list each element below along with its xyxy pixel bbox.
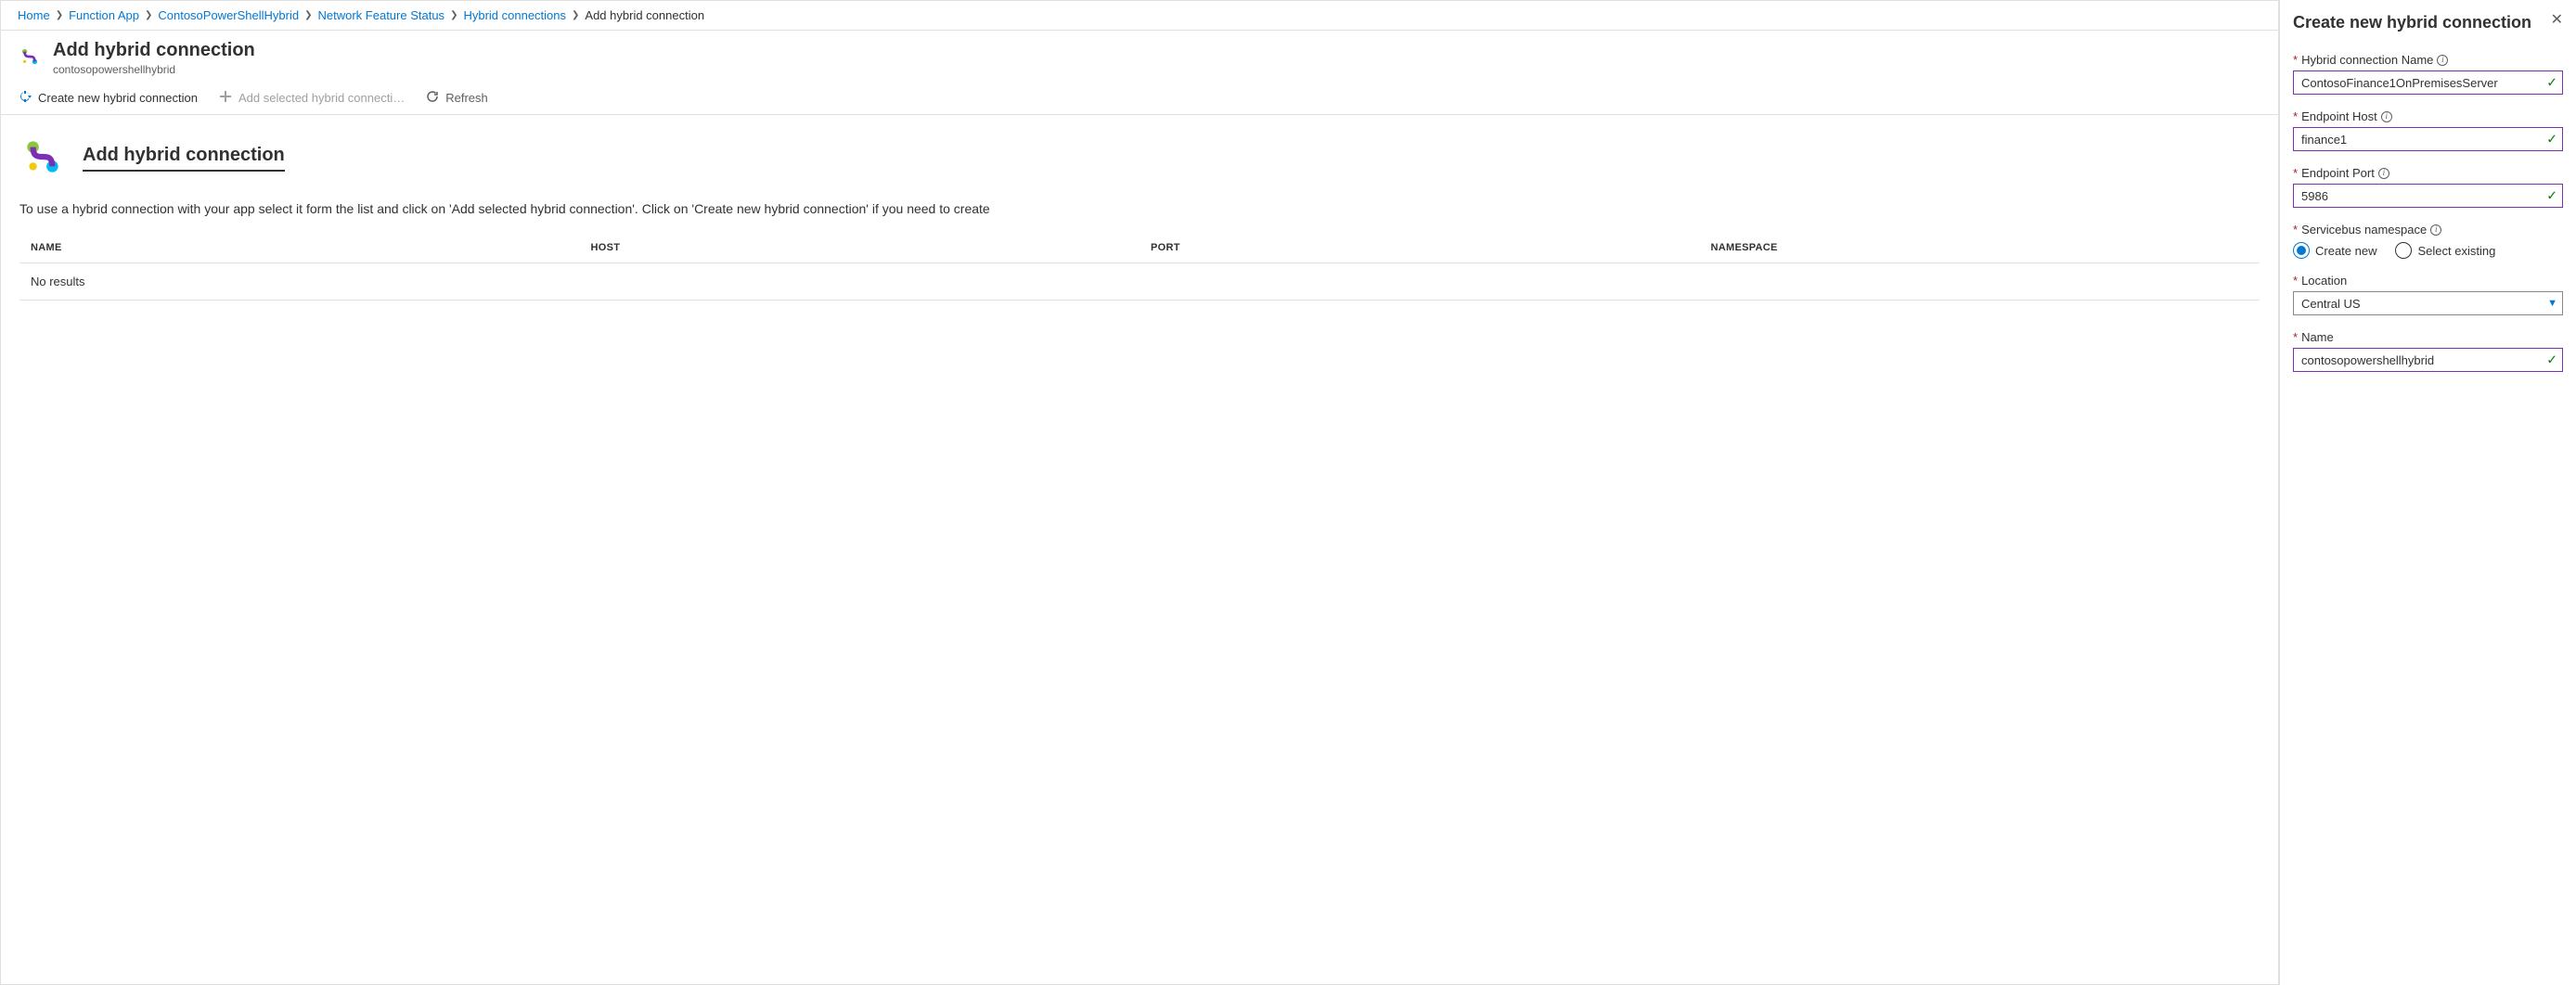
radio-icon [2293, 242, 2310, 259]
chevron-right-icon: ❯ [572, 10, 579, 20]
breadcrumb-home[interactable]: Home [18, 8, 50, 22]
hc-name-label: *Hybrid connection Name i [2293, 53, 2563, 67]
add-selected-button: Add selected hybrid connecti… [218, 89, 405, 107]
hc-name-input[interactable] [2293, 70, 2563, 95]
col-host[interactable]: HOST [580, 233, 1140, 263]
endpoint-port-label: *Endpoint Port i [2293, 166, 2563, 180]
info-icon[interactable]: i [2437, 55, 2448, 66]
endpoint-host-label: *Endpoint Host i [2293, 109, 2563, 123]
refresh-icon [425, 89, 440, 107]
hybrid-connection-icon [18, 45, 42, 71]
name-input[interactable] [2293, 348, 2563, 372]
chevron-right-icon: ❯ [304, 10, 312, 20]
radio-icon [2395, 242, 2412, 259]
endpoint-port-input[interactable] [2293, 184, 2563, 208]
info-icon[interactable]: i [2378, 168, 2389, 179]
connections-table: NAME HOST PORT NAMESPACE No results [19, 233, 2260, 301]
location-label: *Location [2293, 274, 2563, 288]
servicebus-namespace-label: *Servicebus namespace i [2293, 223, 2563, 237]
breadcrumb-network-status[interactable]: Network Feature Status [318, 8, 445, 22]
col-port[interactable]: PORT [1140, 233, 1700, 263]
plus-icon [218, 89, 233, 107]
name-label: *Name [2293, 330, 2563, 344]
radio-create-new-label: Create new [2315, 244, 2376, 258]
chevron-right-icon: ❯ [450, 10, 457, 20]
page-subtitle: contosopowershellhybrid [53, 63, 255, 76]
hybrid-connection-icon [19, 134, 66, 183]
chevron-right-icon: ❯ [145, 10, 152, 20]
chevron-right-icon: ❯ [56, 10, 63, 20]
create-panel: Create new hybrid connection ✕ *Hybrid c… [2279, 0, 2576, 985]
location-select[interactable] [2293, 291, 2563, 315]
breadcrumb-hybrid-connections[interactable]: Hybrid connections [463, 8, 566, 22]
radio-select-existing-label: Select existing [2417, 244, 2495, 258]
panel-title: Create new hybrid connection [2293, 13, 2531, 32]
content-heading: Add hybrid connection [83, 145, 285, 172]
add-connection-icon [18, 89, 32, 107]
close-icon[interactable]: ✕ [2551, 13, 2563, 28]
page-header: Add hybrid connection contosopowershellh… [1, 31, 2278, 82]
page-title: Add hybrid connection [53, 40, 255, 61]
table-header-row: NAME HOST PORT NAMESPACE [19, 233, 2260, 263]
col-name[interactable]: NAME [19, 233, 580, 263]
radio-create-new[interactable]: Create new [2293, 242, 2376, 259]
add-selected-label: Add selected hybrid connecti… [238, 91, 405, 105]
refresh-label: Refresh [445, 91, 488, 105]
info-icon[interactable]: i [2381, 111, 2392, 122]
refresh-button[interactable]: Refresh [425, 89, 488, 107]
endpoint-host-input[interactable] [2293, 127, 2563, 151]
info-icon[interactable]: i [2430, 224, 2441, 236]
create-new-hybrid-connection-button[interactable]: Create new hybrid connection [18, 89, 198, 107]
breadcrumb-app-name[interactable]: ContosoPowerShellHybrid [158, 8, 299, 22]
breadcrumb-current: Add hybrid connection [585, 8, 704, 22]
breadcrumb: Home ❯ Function App ❯ ContosoPowerShellH… [1, 1, 2278, 31]
table-row: No results [19, 263, 2260, 301]
create-label: Create new hybrid connection [38, 91, 198, 105]
toolbar: Create new hybrid connection Add selecte… [1, 82, 2278, 115]
radio-select-existing[interactable]: Select existing [2395, 242, 2495, 259]
col-namespace[interactable]: NAMESPACE [1700, 233, 2260, 263]
breadcrumb-function-app[interactable]: Function App [69, 8, 139, 22]
content-description: To use a hybrid connection with your app… [19, 201, 2260, 216]
empty-state: No results [19, 263, 2260, 301]
